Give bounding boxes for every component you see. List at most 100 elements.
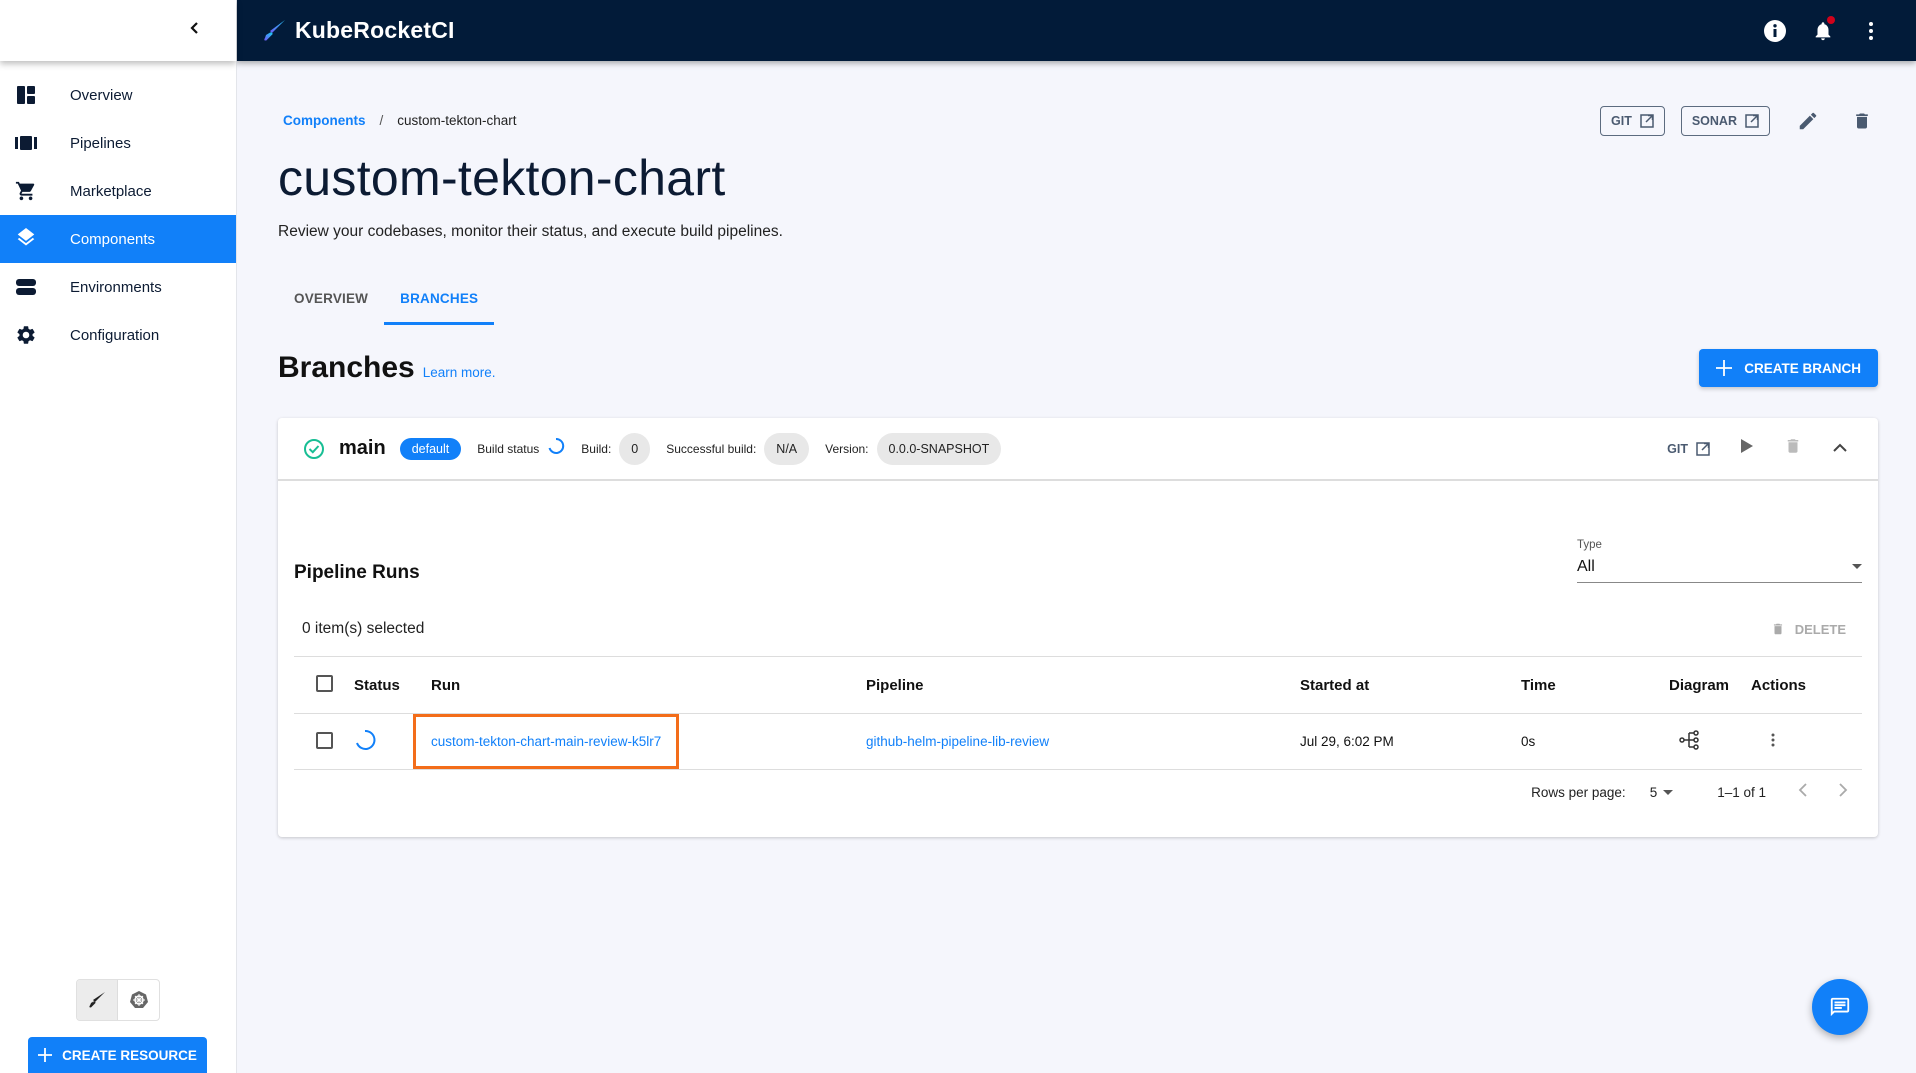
sidebar-item-overview[interactable]: Overview	[0, 71, 236, 119]
branch-git-link[interactable]: GIT	[1667, 442, 1710, 456]
learn-more-link[interactable]: Learn more.	[423, 365, 496, 380]
column-time[interactable]: Time	[1521, 656, 1669, 714]
sonar-link-button[interactable]: SONAR	[1680, 106, 1770, 136]
delete-branch-button[interactable]	[1784, 436, 1802, 461]
pagination: Rows per page: 5 1–1 of 1	[1531, 783, 1848, 802]
sidebar-item-label: Pipelines	[70, 134, 131, 152]
build-status-label: Build status	[477, 441, 540, 456]
page-subtitle: Review your codebases, monitor their sta…	[278, 223, 783, 240]
row-checkbox[interactable]	[316, 731, 333, 749]
git-label: GIT	[1611, 114, 1632, 128]
successful-build-chip: N/A	[764, 432, 810, 465]
sidebar-item-label: Marketplace	[70, 182, 152, 200]
git-link-button[interactable]: GIT	[1600, 106, 1665, 136]
tab-overview[interactable]: OVERVIEW	[278, 277, 384, 325]
plus-icon	[38, 1048, 53, 1062]
theme-mode-toggle	[76, 979, 160, 1021]
check-circle-icon	[304, 438, 324, 459]
run-build-button[interactable]	[1740, 438, 1754, 459]
info-button[interactable]	[1762, 18, 1788, 44]
row-actions-button[interactable]	[1771, 733, 1775, 750]
rocket-logo-icon	[264, 19, 285, 41]
dashboard-icon	[17, 86, 35, 104]
branches-title: Branches	[278, 351, 415, 384]
rocket-icon	[89, 992, 105, 1008]
notification-badge	[1827, 15, 1835, 24]
column-pipeline[interactable]: Pipeline	[866, 656, 1300, 714]
version-label: Version:	[825, 441, 869, 456]
sidebar-item-environments[interactable]: Environments	[0, 263, 236, 311]
running-spinner-icon	[356, 729, 376, 750]
create-branch-button[interactable]: CREATE BRANCH	[1699, 349, 1878, 387]
branch-git-label: GIT	[1667, 441, 1688, 456]
diagram-icon	[1679, 730, 1699, 750]
column-started-at[interactable]: Started at	[1300, 656, 1521, 714]
type-filter-select[interactable]: Type All	[1577, 539, 1862, 583]
chevron-up-icon	[1833, 443, 1847, 452]
pipeline-runs-title: Pipeline Runs	[294, 562, 420, 583]
sidebar-item-label: Components	[70, 230, 156, 248]
environments-icon	[16, 279, 36, 295]
next-page-button[interactable]	[1838, 783, 1848, 802]
tab-branches[interactable]: BRANCHES	[384, 277, 495, 325]
run-link[interactable]: custom-tekton-chart-main-review-k5lr7	[412, 714, 680, 769]
rows-per-page-select[interactable]: 5	[1650, 785, 1674, 800]
branch-header[interactable]: main default Build status Build: 0 Succe…	[278, 418, 1878, 481]
more-menu-button[interactable]	[1858, 18, 1884, 44]
default-badge: default	[399, 437, 462, 460]
gear-icon	[17, 326, 35, 344]
pencil-icon	[1799, 112, 1817, 130]
dropdown-arrow-icon	[1663, 789, 1674, 795]
delete-selected-button[interactable]: DELETE	[1771, 620, 1846, 638]
open-in-new-icon	[1745, 114, 1759, 128]
kubernetes-icon	[129, 991, 148, 1008]
chevron-left-icon	[1798, 783, 1807, 797]
app-logo[interactable]: KubeRocketCI	[261, 17, 455, 44]
app-title: KubeRocketCI	[295, 17, 455, 43]
sidebar-item-pipelines[interactable]: Pipelines	[0, 119, 236, 167]
diagram-button[interactable]	[1679, 730, 1701, 754]
open-in-new-icon	[1696, 441, 1710, 456]
info-icon	[1764, 19, 1786, 42]
version-chip: 0.0.0-SNAPSHOT	[876, 432, 1002, 465]
sidebar-item-label: Configuration	[70, 326, 160, 344]
sidebar-item-configuration[interactable]: Configuration	[0, 311, 236, 359]
top-actions	[1762, 15, 1884, 44]
notifications-button[interactable]	[1810, 15, 1836, 44]
type-value: All	[1577, 557, 1595, 575]
kubernetes-mode-button[interactable]	[118, 980, 159, 1020]
layers-icon	[17, 228, 35, 246]
collapse-branch-button[interactable]	[1832, 440, 1848, 458]
column-status[interactable]: Status	[354, 656, 431, 714]
sidebar-item-components[interactable]: Components	[0, 215, 236, 263]
type-filter-value[interactable]: All	[1577, 551, 1862, 583]
time-cell: 0s	[1521, 713, 1669, 770]
started-at-cell: Jul 29, 6:02 PM	[1300, 713, 1521, 770]
chat-icon	[1830, 997, 1850, 1017]
breadcrumb-separator: /	[379, 113, 384, 128]
breadcrumb-current: custom-tekton-chart	[397, 113, 517, 128]
krci-mode-button[interactable]	[77, 980, 118, 1020]
pipelines-icon	[15, 136, 37, 150]
chevron-right-icon	[1839, 783, 1848, 797]
play-icon	[1741, 439, 1753, 453]
sidebar: Overview Pipelines Marketplace Component…	[0, 0, 237, 1073]
branch-card: main default Build status Build: 0 Succe…	[278, 418, 1878, 837]
collapse-sidebar-button[interactable]	[188, 21, 202, 40]
dropdown-arrow-icon	[1852, 563, 1862, 569]
sidebar-nav: Overview Pipelines Marketplace Component…	[0, 71, 236, 359]
edit-button[interactable]	[1792, 105, 1824, 137]
successful-build-label: Successful build:	[666, 441, 757, 456]
table-row: custom-tekton-chart-main-review-k5lr7 gi…	[294, 713, 1862, 770]
rows-per-page-label: Rows per page:	[1531, 785, 1626, 800]
create-resource-button[interactable]: CREATE RESOURCE	[28, 1037, 207, 1073]
sidebar-item-label: Environments	[70, 278, 162, 296]
chat-fab-button[interactable]	[1812, 979, 1868, 1035]
sidebar-item-marketplace[interactable]: Marketplace	[0, 167, 236, 215]
breadcrumb-components-link[interactable]: Components	[283, 113, 366, 128]
select-all-checkbox[interactable]	[316, 674, 333, 692]
delete-button[interactable]	[1846, 105, 1878, 137]
pipeline-link[interactable]: github-helm-pipeline-lib-review	[866, 734, 1049, 749]
column-run[interactable]: Run	[431, 656, 866, 714]
previous-page-button[interactable]	[1798, 783, 1808, 802]
